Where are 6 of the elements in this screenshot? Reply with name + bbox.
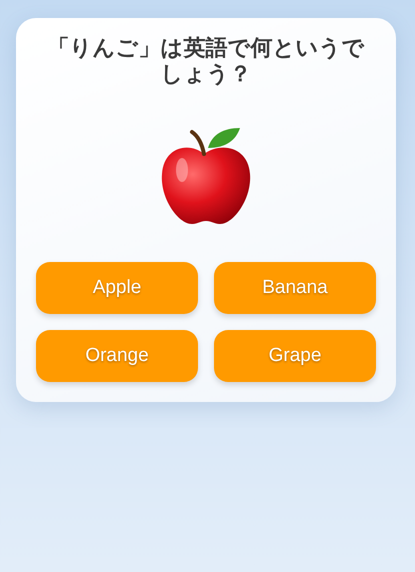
answer-button[interactable]: Banana bbox=[214, 262, 376, 314]
answer-button[interactable]: Grape bbox=[214, 330, 376, 382]
answer-button[interactable]: Orange bbox=[36, 330, 198, 382]
answer-button[interactable]: Apple bbox=[36, 262, 198, 314]
apple-icon bbox=[160, 126, 252, 226]
question-text: 「りんご」は英語で何というでしょう？ bbox=[46, 36, 366, 88]
